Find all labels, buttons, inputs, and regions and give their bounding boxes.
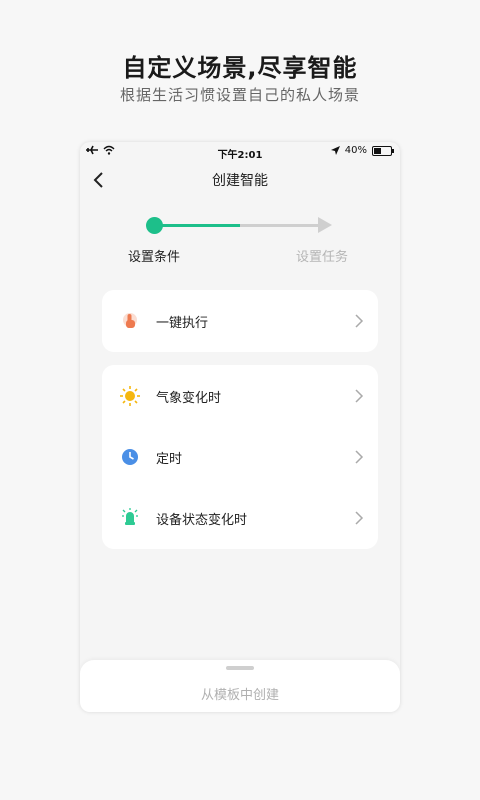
chevron-right-icon — [355, 389, 364, 403]
phone-screen: 下午2:01 40% 创建智能 设置条件 设置任务 一键执行 气象变化时 定时 … — [80, 142, 400, 712]
condition-item-one-tap[interactable]: 一键执行 — [102, 290, 378, 351]
condition-label: 一键执行 — [156, 316, 209, 331]
chevron-right-icon — [355, 511, 364, 525]
promo-title: 自定义场景,尽享智能 — [122, 54, 358, 82]
stepper-line-pending — [240, 224, 322, 227]
chevron-right-icon — [355, 450, 364, 464]
condition-item-timer[interactable]: 定时 — [102, 426, 378, 487]
condition-label: 定时 — [156, 452, 183, 467]
tap-hand-icon — [123, 313, 137, 328]
drag-handle[interactable] — [226, 666, 254, 670]
nav-bar: 创建智能 — [80, 166, 400, 194]
sun-icon — [120, 386, 140, 406]
condition-label: 气象变化时 — [156, 391, 222, 406]
create-from-template-button[interactable]: 从模板中创建 — [80, 684, 400, 703]
step-label-conditions: 设置条件 — [128, 250, 181, 265]
progress-stepper: 设置条件 设置任务 — [80, 212, 400, 282]
stepper-arrow-icon — [318, 217, 332, 233]
status-bar: 下午2:01 40% — [80, 142, 400, 162]
location-arrow-icon — [330, 146, 340, 155]
page-title: 创建智能 — [212, 173, 268, 189]
clock-icon — [122, 449, 138, 465]
condition-item-device-state[interactable]: 设备状态变化时 — [102, 487, 378, 548]
chevron-right-icon — [355, 314, 364, 328]
stepper-active-dot — [146, 217, 163, 234]
template-bottom-sheet[interactable]: 从模板中创建 — [80, 660, 400, 712]
battery-icon — [372, 145, 394, 156]
condition-card-auto: 气象变化时 定时 设备状态变化时 — [102, 365, 378, 549]
condition-label: 设备状态变化时 — [156, 513, 248, 528]
stepper-line-done — [156, 224, 240, 227]
promo-subtitle: 根据生活习惯设置自己的私人场景 — [119, 86, 360, 104]
step-label-tasks: 设置任务 — [296, 250, 349, 265]
battery-percent: 40% — [344, 145, 367, 156]
condition-item-weather[interactable]: 气象变化时 — [102, 365, 378, 426]
device-bulb-icon — [122, 508, 138, 525]
condition-card-manual: 一键执行 — [102, 290, 378, 352]
